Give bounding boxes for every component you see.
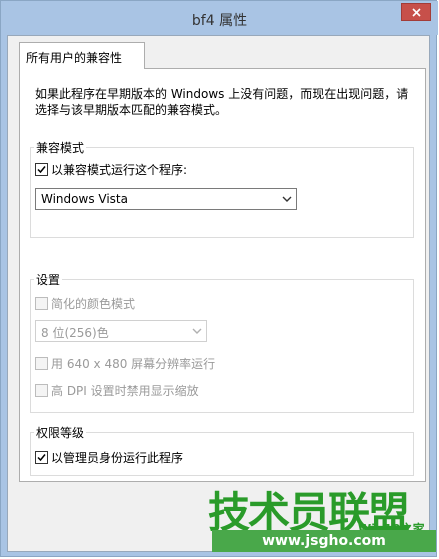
dialog-body: 所有用户的兼容性 如果此程序在早期版本的 Windows 上没有问题，而现在出现… [7, 35, 430, 552]
close-button[interactable] [401, 3, 431, 21]
properties-window: bf4 属性 所有用户的兼容性 如果此程序在早期版本的 Windows 上没有问… [0, 0, 438, 557]
color-mode-value: 8 位(256)色 [41, 326, 109, 340]
settings-group: 设置 简化的颜色模式 8 位(256)色 用 640 x 480 屏幕分辨率运行… [30, 271, 414, 413]
chevron-down-icon [192, 328, 202, 334]
dpi-checkbox[interactable] [35, 384, 48, 397]
tab-compatibility-all-users[interactable]: 所有用户的兼容性 [19, 42, 145, 69]
run-as-admin-row[interactable]: 以管理员身份运行此程序 [35, 449, 183, 466]
tab-panel: 如果此程序在早期版本的 Windows 上没有问题，而现在出现问题，请选择与该早… [19, 68, 426, 482]
resolution-label: 用 640 x 480 屏幕分辨率运行 [51, 357, 216, 371]
intro-text: 如果此程序在早期版本的 Windows 上没有问题，而现在出现问题，请选择与该早… [35, 87, 409, 117]
window-title: bf4 属性 [191, 13, 248, 29]
color-mode-select[interactable]: 8 位(256)色 [35, 320, 207, 342]
run-as-admin-label: 以管理员身份运行此程序 [51, 451, 184, 465]
resolution-checkbox[interactable] [35, 357, 48, 370]
dpi-label: 高 DPI 设置时禁用显示缩放 [51, 384, 199, 398]
compat-mode-group: 兼容模式 以兼容模式运行这个程序: Windows Vista [30, 139, 414, 238]
checkmark-icon [37, 454, 46, 462]
run-as-admin-checkbox[interactable] [35, 451, 48, 464]
resolution-row[interactable]: 用 640 x 480 屏幕分辨率运行 [35, 355, 215, 372]
settings-legend: 设置 [34, 271, 63, 288]
compat-mode-checkbox-row[interactable]: 以兼容模式运行这个程序: [35, 161, 187, 178]
privilege-group: 权限等级 以管理员身份运行此程序 [30, 424, 414, 476]
reduced-color-checkbox[interactable] [35, 297, 48, 310]
compat-mode-checkbox[interactable] [35, 163, 48, 176]
dpi-row[interactable]: 高 DPI 设置时禁用显示缩放 [35, 382, 199, 399]
checkmark-icon [37, 166, 46, 174]
compat-mode-legend: 兼容模式 [34, 139, 87, 156]
watermark-url: www.jsgho.com [212, 530, 436, 552]
site-watermark: 技术员联盟 Win10之家 www.jsgho.com [208, 490, 436, 556]
reduced-color-row[interactable]: 简化的颜色模式 [35, 295, 135, 312]
chevron-down-icon [282, 196, 292, 202]
title-bar[interactable]: bf4 属性 [1, 1, 438, 35]
os-version-value: Windows Vista [41, 192, 128, 206]
privilege-legend: 权限等级 [34, 424, 87, 441]
os-version-select[interactable]: Windows Vista [35, 188, 297, 210]
close-icon [411, 7, 421, 17]
reduced-color-label: 简化的颜色模式 [51, 297, 136, 311]
compat-mode-label: 以兼容模式运行这个程序: [51, 163, 188, 177]
